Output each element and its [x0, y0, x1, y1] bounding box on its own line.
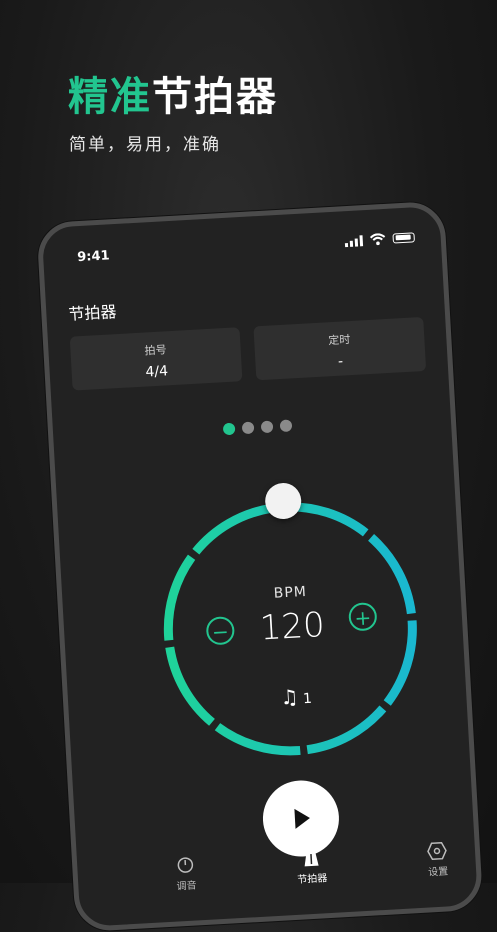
screen-title: 节拍器	[68, 298, 117, 325]
time-signature-label: 拍号	[70, 337, 241, 362]
play-icon	[287, 805, 314, 832]
beat-count: 1	[303, 691, 313, 707]
tab-settings-label: 设置	[398, 861, 479, 880]
page-dot[interactable]	[223, 423, 236, 436]
status-time: 9:41	[77, 248, 110, 265]
hero-title-rest: 节拍器	[152, 74, 278, 120]
page-dot[interactable]	[261, 421, 274, 434]
battery-icon	[392, 232, 415, 243]
hero-title-accent: 精准	[68, 74, 152, 120]
page-dot[interactable]	[242, 422, 255, 435]
page-dot[interactable]	[280, 419, 293, 432]
hero-title: 精准节拍器	[68, 72, 278, 122]
settings-hex-icon	[426, 841, 447, 860]
page-indicator	[223, 419, 293, 435]
wifi-icon	[369, 233, 386, 246]
time-signature-value: 4/4	[71, 359, 242, 384]
tab-metronome[interactable]: 节拍器	[271, 844, 353, 887]
tab-tuner[interactable]: 调音	[145, 851, 227, 894]
hero-subtitle: 简单，易用，准确	[69, 130, 221, 155]
timer-label: 定时	[254, 327, 425, 352]
tab-tuner-label: 调音	[146, 875, 227, 894]
timer-card[interactable]: 定时 -	[253, 317, 426, 380]
timer-value: -	[255, 349, 426, 374]
tab-metronome-label: 节拍器	[272, 868, 353, 887]
metronome-icon	[303, 849, 320, 868]
music-note-icon: ♫	[280, 685, 299, 710]
phone-mockup: 9:41 节拍器 拍号 4/4 定时 -	[36, 201, 483, 932]
signal-icon	[344, 235, 363, 247]
status-icons	[344, 231, 415, 247]
bpm-dial[interactable]: BPM 120 − + ♫ 1	[135, 487, 450, 783]
tab-settings[interactable]: 设置	[396, 837, 478, 880]
tuner-icon	[176, 856, 195, 875]
tab-bar: 调音 节拍器 设置	[77, 837, 478, 919]
time-signature-card[interactable]: 拍号 4/4	[70, 327, 243, 390]
